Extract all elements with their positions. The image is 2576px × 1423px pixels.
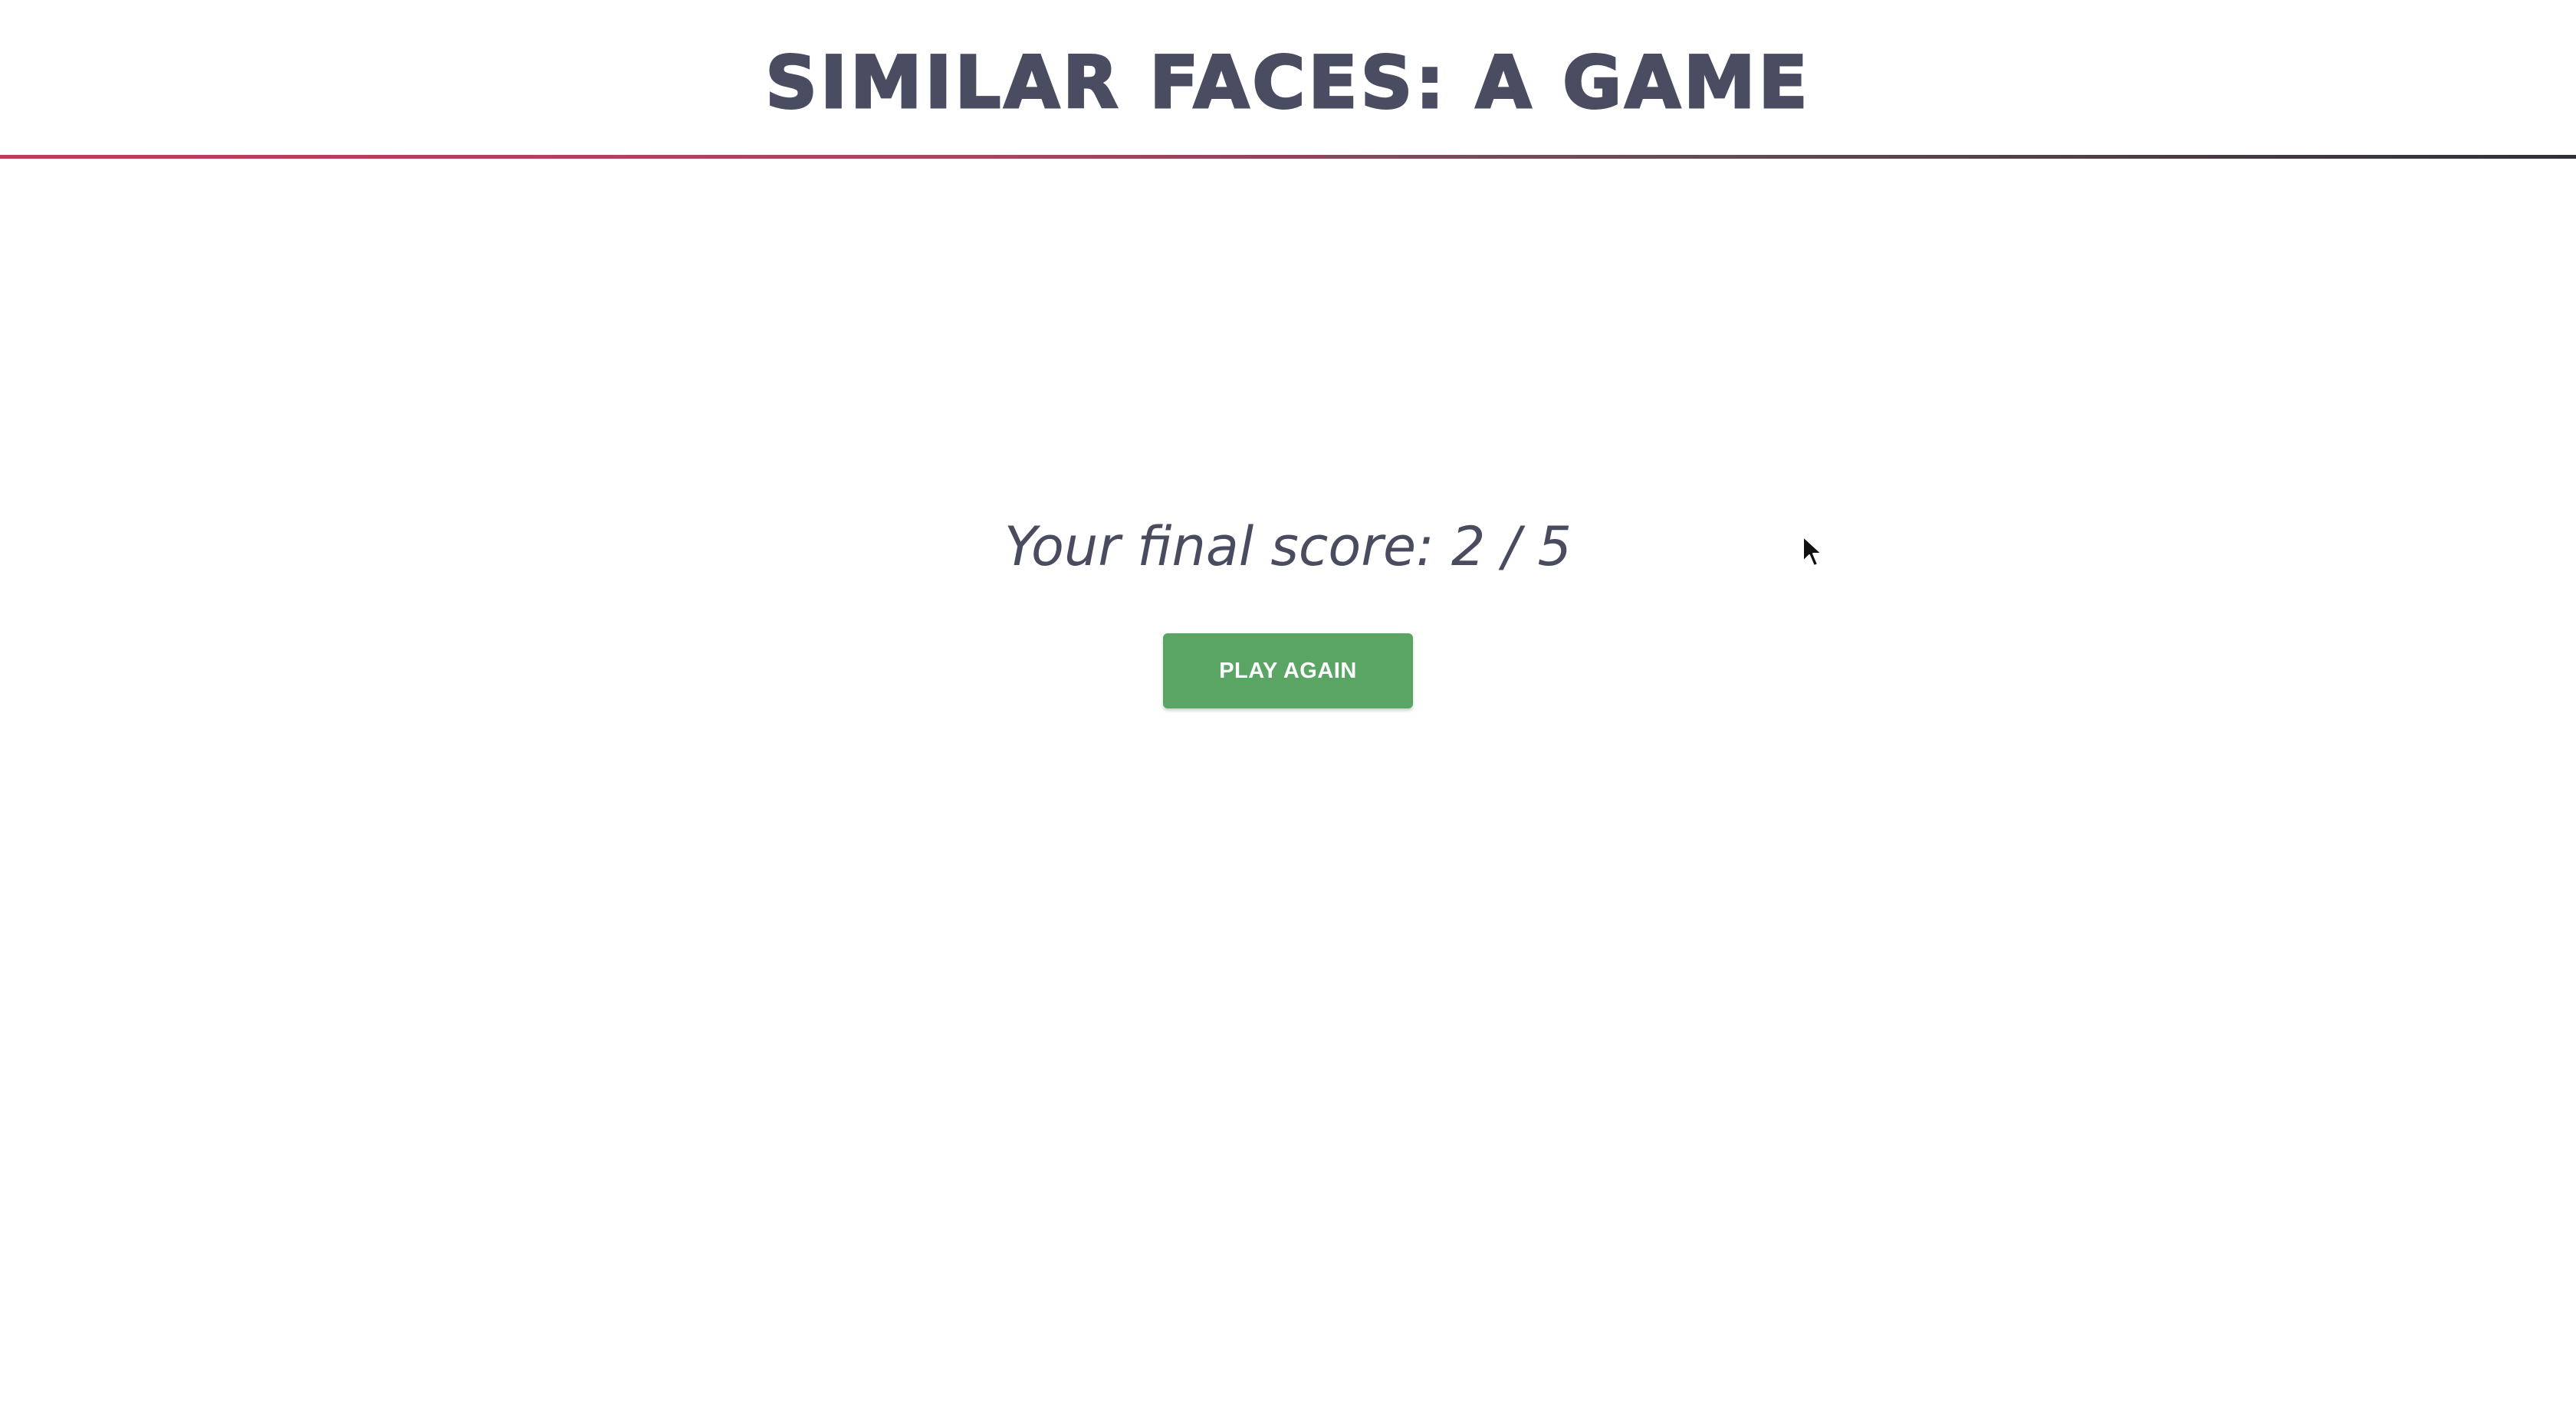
final-score-text: Your final score: 2 / 5 — [1004, 515, 1572, 578]
results-panel: Your final score: 2 / 5 PLAY AGAIN — [0, 159, 2576, 1423]
page-title: SIMILAR FACES: A GAME — [764, 41, 1811, 127]
page-header: SIMILAR FACES: A GAME — [0, 0, 2576, 159]
play-again-button[interactable]: PLAY AGAIN — [1163, 633, 1413, 708]
mouse-pointer-icon — [1802, 536, 1822, 567]
